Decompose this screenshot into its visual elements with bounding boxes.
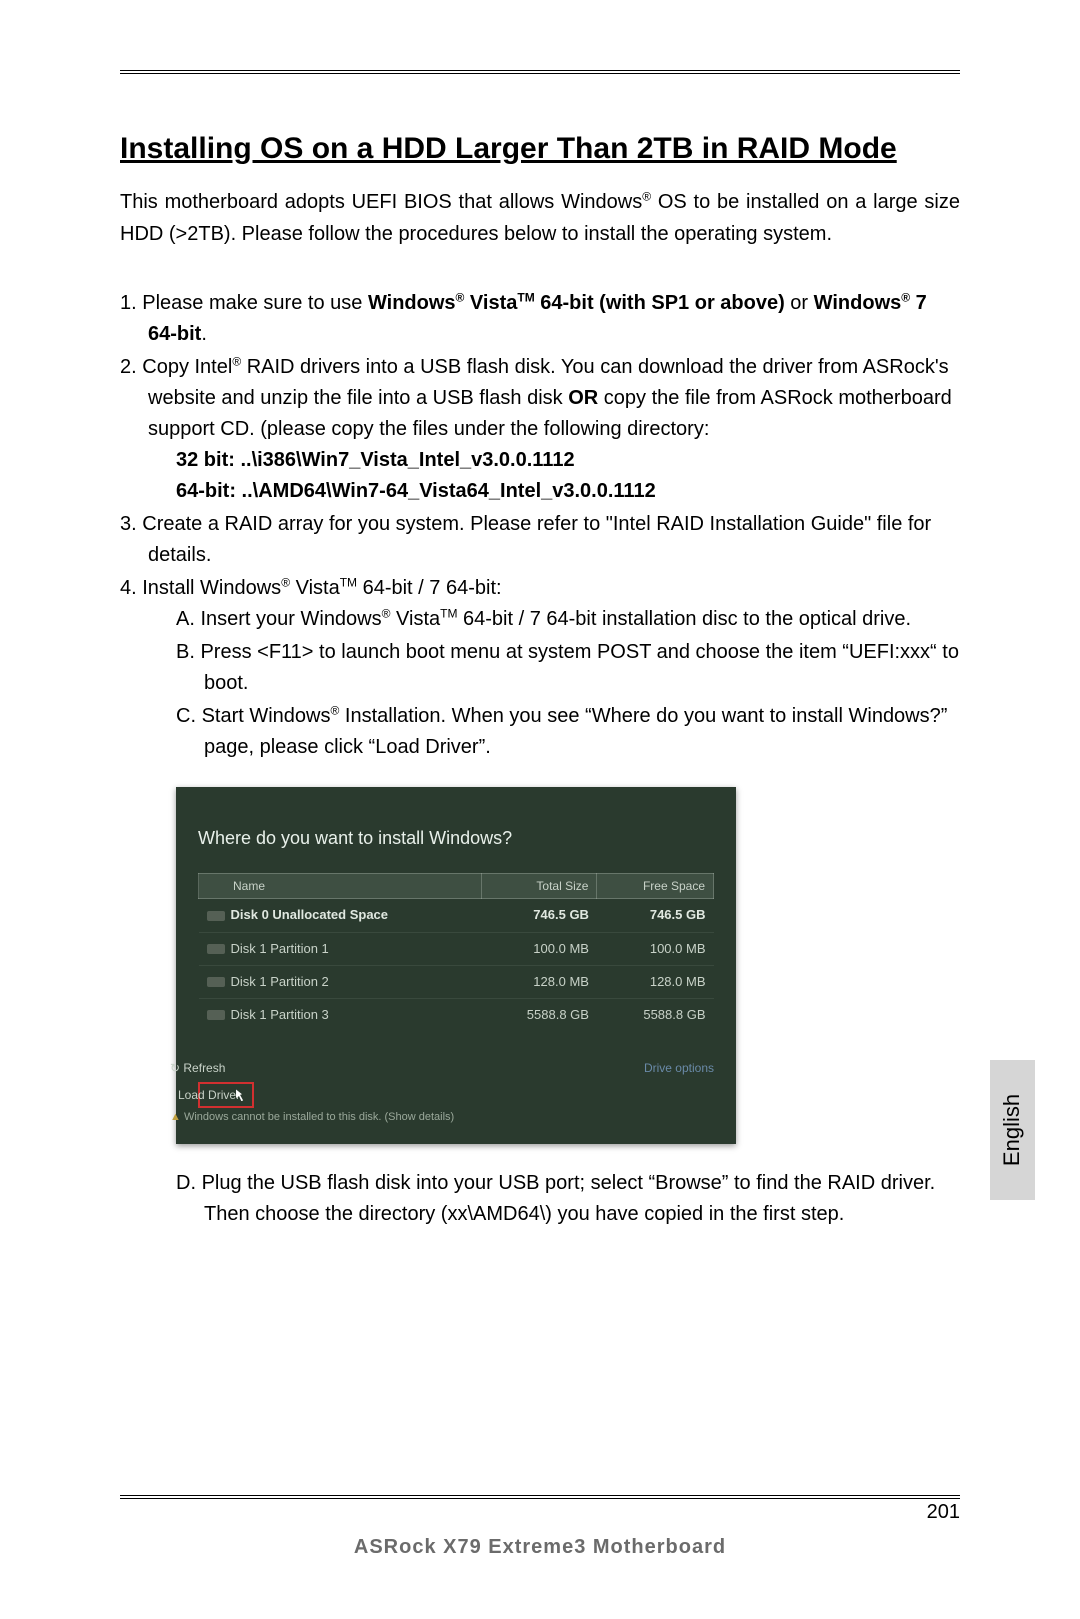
screenshot-wrap: Where do you want to install Windows? Na…	[176, 787, 960, 1144]
substeps-cont: D. Plug the USB flash disk into your USB…	[148, 1168, 960, 1230]
disk-icon	[207, 944, 225, 954]
steps-list: 1. Please make sure to use Windows® Vist…	[120, 288, 960, 1230]
table-row: Disk 1 Partition 35588.8 GB5588.8 GB	[199, 998, 714, 1031]
screenshot-warning: Windows cannot be installed to this disk…	[198, 1109, 714, 1126]
step-num: 4.	[120, 577, 142, 599]
load-driver-link: Load Driver	[198, 1082, 254, 1109]
disk-icon	[207, 977, 225, 987]
footer-text: ASRock X79 Extreme3 Motherboard	[0, 1536, 1080, 1559]
col-free: Free Space	[597, 873, 714, 899]
step-1: 1. Please make sure to use Windows® Vist…	[120, 288, 960, 350]
col-name: Name	[233, 879, 265, 893]
intro-paragraph: This motherboard adopts UEFI BIOS that a…	[120, 186, 960, 250]
document-page: Installing OS on a HDD Larger Than 2TB i…	[0, 0, 1080, 1619]
step-3: 3. Create a RAID array for you system. P…	[120, 509, 960, 571]
step-body: Please make sure to use Windows® VistaTM…	[142, 292, 927, 345]
step-body: Create a RAID array for you system. Plea…	[142, 513, 931, 566]
step-num: 1.	[120, 292, 142, 314]
top-rule	[120, 70, 960, 74]
step-num: 3.	[120, 513, 142, 535]
table-row: Disk 0 Unallocated Space746.5 GB746.5 GB	[199, 899, 714, 932]
intro-pre: This motherboard adopts UEFI BIOS that a…	[120, 191, 642, 213]
substep-c: C. Start Windows® Installation. When you…	[176, 701, 960, 763]
substep-a: A. Insert your Windows® VistaTM 64-bit /…	[176, 604, 960, 635]
reg-sup: ®	[642, 189, 651, 203]
language-tab: English	[990, 1060, 1035, 1200]
path-32bit: 32 bit: ..\i386\Win7_Vista_Intel_v3.0.0.…	[176, 449, 575, 471]
drive-options-link: Drive options	[672, 1059, 714, 1078]
bold-text: Windows® VistaTM 64-bit (with SP1 or abo…	[368, 292, 785, 314]
disk-icon	[207, 911, 225, 921]
step-body: Copy Intel® RAID drivers into a USB flas…	[142, 356, 951, 440]
substep-d: D. Plug the USB flash disk into your USB…	[176, 1168, 960, 1230]
path-block: 32 bit: ..\i386\Win7_Vista_Intel_v3.0.0.…	[148, 445, 960, 507]
substep-b: B. Press <F11> to launch boot menu at sy…	[176, 637, 960, 699]
refresh-link: Refresh	[198, 1059, 714, 1078]
page-number: 201	[919, 1501, 960, 1524]
table-row: Disk 1 Partition 2128.0 MB128.0 MB	[199, 965, 714, 998]
step-4: 4. Install Windows® VistaTM 64-bit / 7 6…	[120, 573, 960, 1230]
screenshot-question: Where do you want to install Windows?	[226, 825, 714, 853]
substeps: A. Insert your Windows® VistaTM 64-bit /…	[148, 604, 960, 763]
disk-table: Name Total Size Free Space Disk 0 Unallo…	[198, 873, 714, 1031]
language-label: English	[1000, 1094, 1026, 1166]
path-64bit: 64-bit: ..\AMD64\Win7-64_Vista64_Intel_v…	[176, 480, 656, 502]
install-screenshot: Where do you want to install Windows? Na…	[176, 787, 736, 1144]
table-row: Disk 1 Partition 1100.0 MB100.0 MB	[199, 932, 714, 965]
step-num: 2.	[120, 356, 142, 378]
page-title: Installing OS on a HDD Larger Than 2TB i…	[120, 129, 960, 168]
disk-icon	[207, 1010, 225, 1020]
step-body: Install Windows® VistaTM 64-bit / 7 64-b…	[142, 577, 501, 599]
col-total: Total Size	[482, 873, 597, 899]
step-2: 2. Copy Intel® RAID drivers into a USB f…	[120, 352, 960, 507]
screenshot-actions: Refresh Load Driver Drive options	[198, 1059, 714, 1099]
bottom-rule	[120, 1495, 960, 1499]
